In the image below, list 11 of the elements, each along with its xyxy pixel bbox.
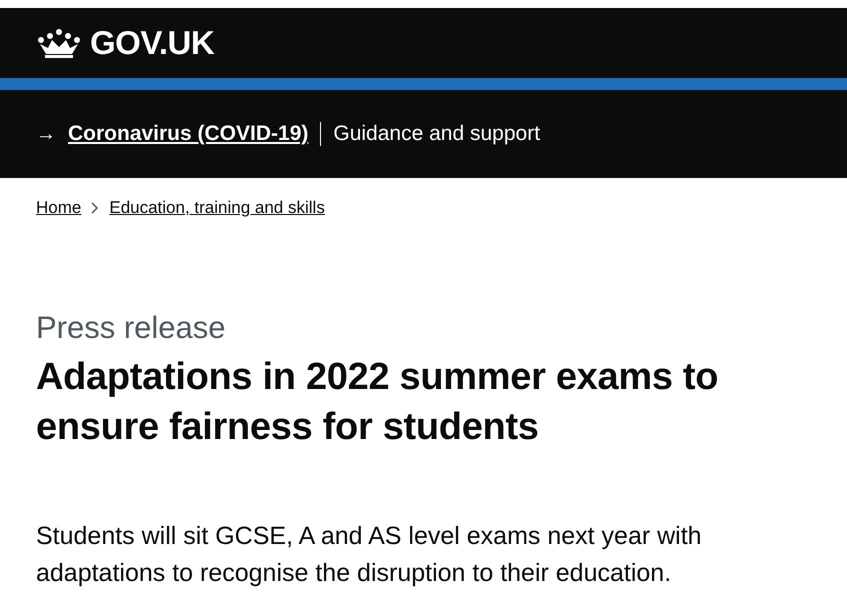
page-caption: Press release [36,310,227,346]
arrow-icon: → [36,122,56,146]
chevron-icon [91,202,100,214]
page-title: Adaptations in 2022 summer exams to ensure fairness for students [36,355,720,450]
logo-text[interactable]: GOV.UK [90,24,214,62]
crown-icon [36,27,82,59]
breadcrumb-link[interactable]: Education, training and skills [109,198,325,218]
banner-text: Guidance and support [333,122,540,146]
breadcrumb-link[interactable]: Home [36,198,82,218]
banner-link[interactable]: Coronavirus (COVID-19) [68,122,308,146]
lead-paragraph: Students will sit GCSE, A and AS level exams next year with adaptations to recognise the disruption to their education. [36,521,703,589]
